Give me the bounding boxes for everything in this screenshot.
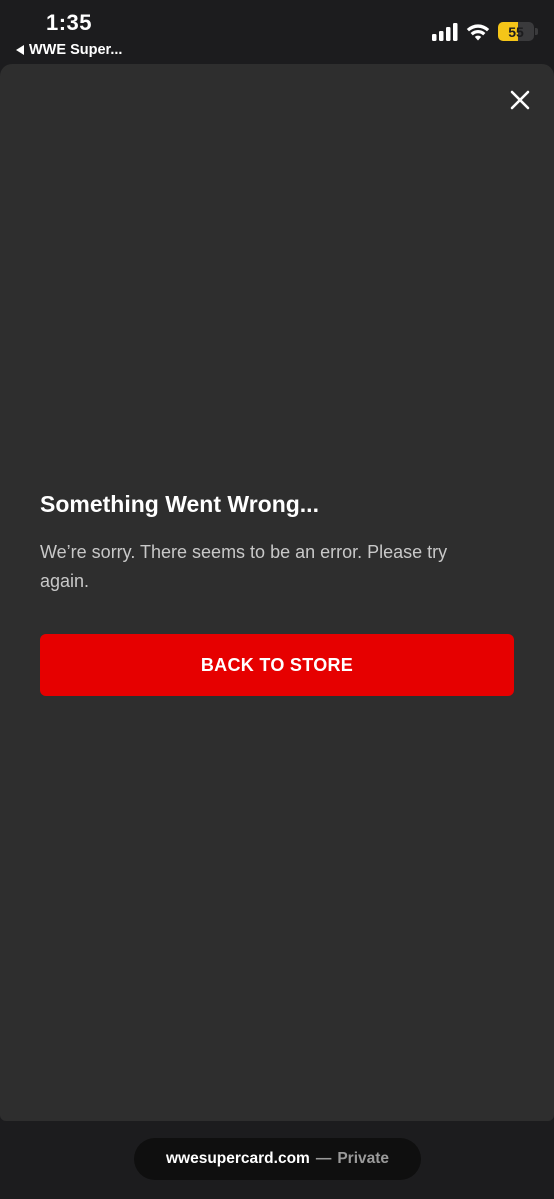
error-message: We’re sorry. There seems to be an error.…	[40, 542, 448, 591]
url-separator: —	[315, 1150, 332, 1167]
close-icon	[510, 90, 530, 110]
error-block: Something Went Wrong... We’re sorry. The…	[40, 488, 514, 696]
close-button[interactable]	[506, 86, 534, 114]
error-title: Something Went Wrong...	[40, 491, 319, 517]
status-icons: 55	[432, 22, 538, 41]
battery-cap	[535, 28, 538, 35]
url-domain: wwesupercard.com	[165, 1150, 310, 1167]
back-to-store-button[interactable]: BACK TO STORE	[40, 634, 514, 696]
battery-level: 55	[508, 23, 524, 40]
private-mode-label: Private	[337, 1150, 390, 1167]
error-sheet: Something Went Wrong... We’re sorry. The…	[0, 64, 554, 1121]
url-bar[interactable]: wwesupercard.com — Private	[134, 1138, 421, 1180]
status-time: 1:35	[46, 10, 93, 35]
screen: 1:35 WWE Super... 55 Something Went Wron…	[0, 0, 554, 1199]
back-to-app-link[interactable]: WWE Super...	[16, 42, 122, 58]
wifi-icon	[466, 23, 490, 40]
back-app-label: WWE Super...	[29, 42, 123, 58]
back-arrow-icon	[16, 45, 24, 55]
battery-icon: 55	[498, 22, 538, 41]
signal-icon	[432, 22, 458, 41]
status-bar: 1:35 WWE Super... 55	[0, 0, 554, 64]
